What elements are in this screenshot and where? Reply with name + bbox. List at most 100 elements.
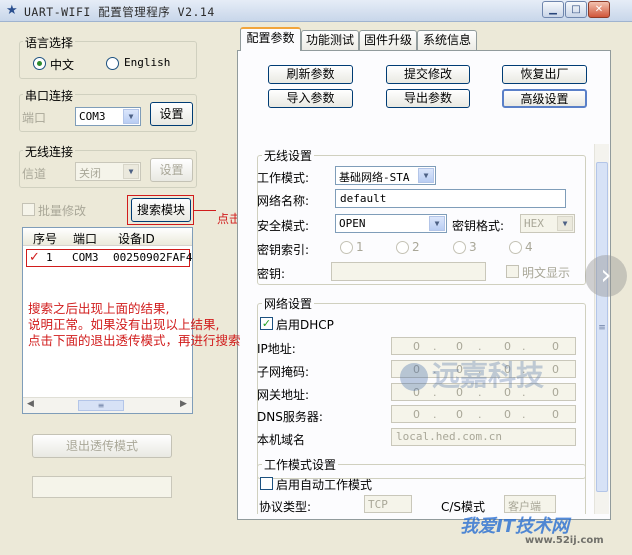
channel-label: 信道	[22, 167, 47, 181]
domain-input[interactable]: local.hed.com.cn	[391, 428, 576, 446]
scroll-right-icon[interactable]: ▶	[180, 399, 187, 409]
minimize-icon: ▁	[549, 4, 557, 15]
refresh-params-button[interactable]: 刷新参数	[268, 65, 353, 84]
lang-en-label[interactable]: English	[124, 56, 170, 69]
next-arrow-icon[interactable]: ›	[585, 255, 627, 297]
keyindex-radio-1[interactable]	[340, 241, 353, 254]
keyindex-option-2: 2	[412, 240, 420, 254]
chevron-down-icon[interactable]: ▼	[418, 168, 434, 183]
keyindex-radio-2[interactable]	[396, 241, 409, 254]
exit-passthrough-button[interactable]: 退出透传模式	[32, 434, 172, 458]
plaintext-checkbox[interactable]	[506, 265, 519, 278]
dhcp-checkbox[interactable]: ✓	[260, 317, 273, 330]
advanced-settings-button[interactable]: 高级设置	[502, 89, 587, 108]
lang-en-radio[interactable]	[106, 57, 119, 70]
domain-label: 本机域名	[257, 433, 306, 447]
dhcp-label: 启用DHCP	[276, 318, 334, 332]
cs-mode-select[interactable]: 客户端	[504, 495, 556, 513]
language-group-label: 语言选择	[23, 34, 76, 51]
tab-config[interactable]: 配置参数	[240, 27, 301, 51]
tab-system-info[interactable]: 系统信息	[417, 30, 477, 50]
dot: .	[478, 363, 482, 376]
horizontal-scrollbar[interactable]: ◀ ≡ ▶	[23, 397, 192, 413]
header-port: 端口	[73, 232, 98, 246]
table-row[interactable]: ✓ 1 COM3 00250902FAF4	[26, 249, 193, 267]
scroll-left-icon[interactable]: ◀	[27, 399, 34, 409]
wireless-set-button[interactable]: 设置	[150, 158, 193, 182]
tab-function-test[interactable]: 功能测试	[301, 30, 359, 50]
lang-zh-label[interactable]: 中文	[50, 56, 74, 73]
header-index: 序号	[33, 232, 58, 246]
gateway-octet-2: 0	[456, 386, 463, 399]
chevron-down-icon[interactable]: ▼	[429, 216, 445, 231]
mode-value: 基础网络-STA	[339, 171, 410, 184]
auto-workmode-checkbox[interactable]	[260, 477, 273, 490]
tab-firmware[interactable]: 固件升级	[359, 30, 417, 50]
port-label: 端口	[22, 111, 47, 125]
protocol-select[interactable]: TCP	[364, 495, 412, 513]
gateway-field[interactable]: 0. 0. 0. 0	[391, 383, 576, 401]
security-select[interactable]: OPEN ▼	[335, 214, 447, 233]
mode-select[interactable]: 基础网络-STA ▼	[335, 166, 436, 185]
subnet-mask-field[interactable]: 0. 0. 0. 0	[391, 360, 576, 378]
mask-octet-1: 0	[413, 363, 420, 376]
scroll-thumb[interactable]: ≡	[596, 162, 608, 492]
dns-label: DNS服务器:	[257, 410, 323, 424]
network-group-label: 网络设置	[262, 295, 315, 312]
port-value: COM3	[79, 110, 106, 123]
vertical-scrollbar[interactable]: ≡	[594, 144, 609, 514]
chevron-down-icon[interactable]: ▼	[557, 216, 573, 231]
scroll-thumb[interactable]: ≡	[78, 400, 124, 411]
serial-group-label: 串口连接	[23, 87, 76, 104]
batch-checkbox[interactable]	[22, 203, 35, 216]
gateway-octet-1: 0	[413, 386, 420, 399]
wifi-group-label: 无线设置	[262, 147, 315, 164]
dot: .	[522, 363, 526, 376]
maximize-button[interactable]: □	[565, 1, 587, 18]
ip-octet-4: 0	[552, 340, 559, 353]
keyindex-option-4: 4	[525, 240, 533, 254]
ssid-input[interactable]: default	[335, 189, 566, 208]
minimize-button[interactable]: ▁	[542, 1, 564, 18]
chevron-down-icon[interactable]: ▼	[123, 109, 139, 124]
serial-set-button[interactable]: 设置	[150, 102, 193, 126]
key-label: 密钥:	[257, 267, 286, 281]
wireless-group-label: 无线连接	[23, 143, 76, 160]
app-star-icon: ★	[6, 3, 18, 18]
ip-octet-2: 0	[456, 340, 463, 353]
settings-scroll-area[interactable]: 无线设置 工作模式: 基础网络-STA ▼ 网络名称: default 安全模式…	[254, 144, 594, 514]
app-window: ★ UART-WIFI 配置管理程序 V2.14 ▁ □ ✕ 语言选择 中文 E…	[0, 0, 632, 555]
gateway-label: 网关地址:	[257, 388, 310, 402]
import-params-button[interactable]: 导入参数	[268, 89, 353, 108]
search-module-button[interactable]: 搜索模块	[131, 198, 191, 222]
keyindex-radio-3[interactable]	[453, 241, 466, 254]
dns-field[interactable]: 0. 0. 0. 0	[391, 405, 576, 423]
row-index: 1	[46, 251, 53, 264]
row-port: COM3	[72, 251, 99, 264]
keyformat-select[interactable]: HEX ▼	[520, 214, 575, 233]
key-input[interactable]	[331, 262, 486, 281]
ip-address-field[interactable]: 0. 0. 0. 0	[391, 337, 576, 355]
export-params-button[interactable]: 导出参数	[386, 89, 470, 108]
row-device-id: 00250902FAF4	[113, 251, 193, 264]
keyindex-radio-4[interactable]	[509, 241, 522, 254]
lang-zh-radio[interactable]	[33, 57, 46, 70]
gateway-octet-4: 0	[552, 386, 559, 399]
submit-changes-button[interactable]: 提交修改	[386, 65, 470, 84]
header-device-id: 设备ID	[118, 232, 155, 246]
dot: .	[433, 340, 437, 353]
mask-octet-3: 0	[504, 363, 511, 376]
channel-select[interactable]: 关闭 ▼	[75, 162, 141, 181]
port-select[interactable]: COM3 ▼	[75, 107, 141, 126]
title-bar[interactable]: ★ UART-WIFI 配置管理程序 V2.14 ▁ □ ✕	[0, 0, 632, 22]
dot: .	[522, 340, 526, 353]
batch-label: 批量修改	[38, 204, 87, 218]
ip-octet-1: 0	[413, 340, 420, 353]
gateway-octet-3: 0	[504, 386, 511, 399]
maximize-icon: □	[571, 4, 581, 15]
factory-reset-button[interactable]: 恢复出厂	[502, 65, 587, 84]
window-title: UART-WIFI 配置管理程序 V2.14	[24, 5, 215, 19]
dot: .	[522, 408, 526, 421]
close-button[interactable]: ✕	[588, 1, 610, 18]
chevron-down-icon[interactable]: ▼	[123, 164, 139, 179]
